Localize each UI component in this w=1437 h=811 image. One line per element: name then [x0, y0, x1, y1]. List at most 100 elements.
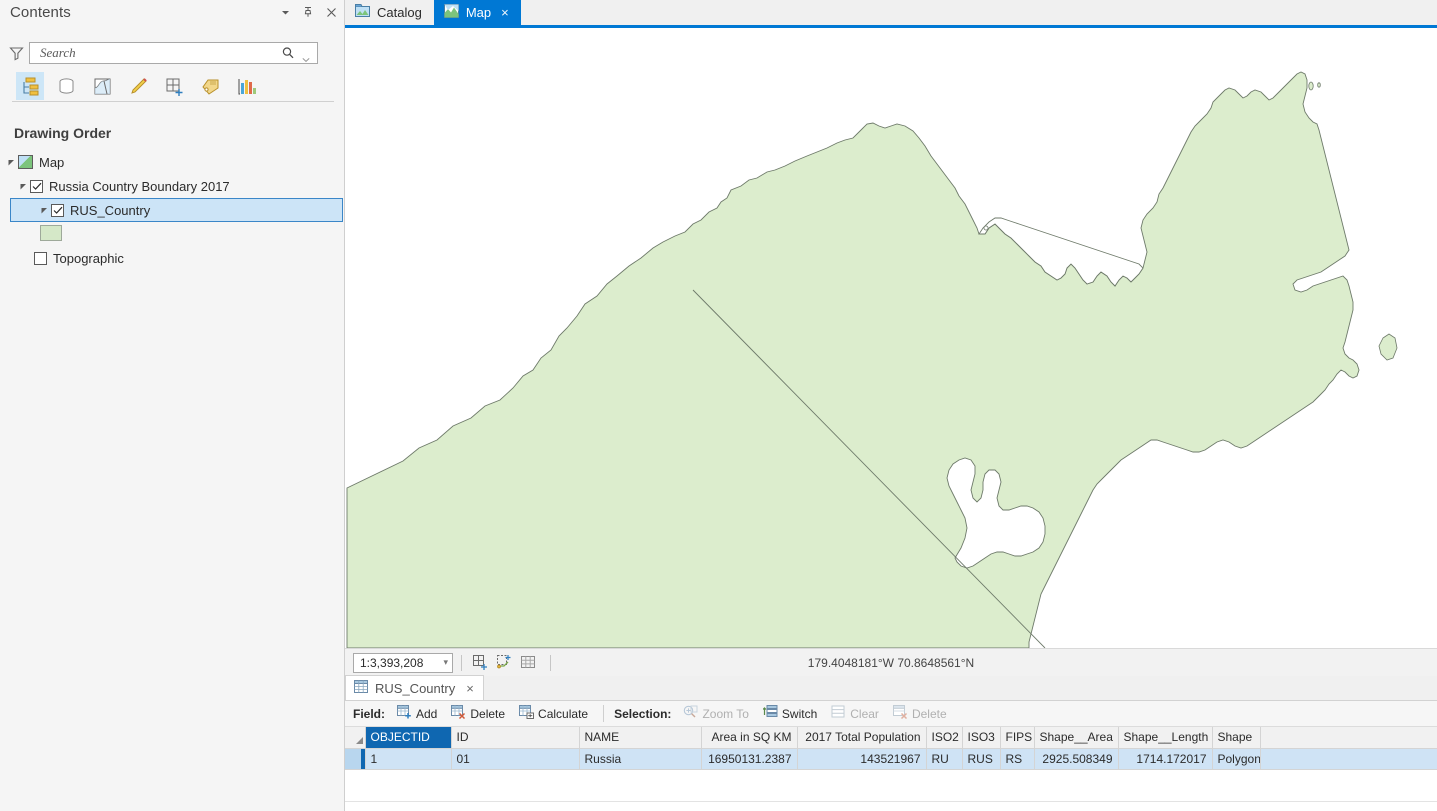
column-header-fips[interactable]: FIPS	[1000, 727, 1035, 749]
search-row	[0, 40, 345, 66]
column-header-objectid[interactable]: OBJECTID	[365, 727, 452, 749]
expander-icon[interactable]	[37, 203, 51, 217]
catalog-icon	[355, 4, 370, 21]
sort-triangle-icon	[356, 737, 363, 745]
search-input[interactable]	[38, 44, 288, 62]
tree-item-russia-country-boundary-2017[interactable]: Russia Country Boundary 2017	[0, 174, 345, 198]
field-add-button[interactable]: Add	[392, 705, 442, 722]
bar-chart-icon[interactable]	[232, 72, 260, 100]
delete-selection-icon	[892, 705, 908, 722]
column-header-shape[interactable]: Shape	[1212, 727, 1261, 749]
table-cell[interactable]	[1260, 748, 1437, 770]
contents-panel: Contents Search Drawing Order Map Russia…	[0, 0, 345, 811]
tab-map[interactable]: Map ×	[433, 0, 521, 25]
table-header-row: OBJECTID ID NAME Area in SQ KM 2017 Total Po…	[345, 727, 1437, 749]
add-grid-icon[interactable]	[160, 72, 188, 100]
clear-selection-button[interactable]: Clear	[826, 705, 884, 722]
column-header-id[interactable]: ID	[451, 727, 580, 749]
edit-pencil-icon[interactable]	[124, 72, 152, 100]
basemap-visibility-checkbox[interactable]	[34, 251, 47, 265]
tree-item-topographic[interactable]: Topographic	[0, 246, 345, 270]
table-body: 1 01 Russia 16950131.2387 143521967 RU RUS RS 29…	[345, 748, 1437, 770]
data-source-icon[interactable]	[52, 72, 80, 100]
close-icon[interactable]: ×	[501, 6, 509, 19]
column-header-blank[interactable]	[1260, 727, 1437, 749]
switch-selection-icon	[762, 705, 778, 722]
map-icon	[443, 4, 459, 21]
layer-visibility-checkbox[interactable]	[51, 203, 64, 217]
column-header-iso2[interactable]: ISO2	[926, 727, 963, 749]
list-drawing-order-icon[interactable]	[16, 72, 44, 100]
expander-icon[interactable]	[16, 179, 30, 193]
table-cell[interactable]: 1714.172017	[1118, 748, 1213, 770]
table-cell[interactable]: RS	[1000, 748, 1035, 770]
column-header-shape-length[interactable]: Shape__Length	[1118, 727, 1213, 749]
table-icon	[354, 680, 368, 696]
expander-icon[interactable]	[4, 155, 18, 169]
tree-item-label: Topographic	[53, 250, 124, 266]
layers-tree: Map Russia Country Boundary 2017 RUS_Cou…	[0, 150, 345, 270]
table-row[interactable]: 1 01 Russia 16950131.2387 143521967 RU RUS RS 29…	[345, 748, 1437, 770]
table-empty-area	[345, 769, 1437, 802]
column-header-iso3[interactable]: ISO3	[962, 727, 1001, 749]
delete-selection-button[interactable]: Delete	[888, 705, 952, 722]
map-scale-selector[interactable]: 1:3,393,208 ▾	[353, 652, 453, 673]
add-grid-icon[interactable]	[470, 653, 490, 673]
table-cell[interactable]: RU	[926, 748, 963, 770]
table-cell[interactable]: 01	[451, 748, 580, 770]
layer-visibility-checkbox[interactable]	[30, 179, 43, 193]
button-label: Delete	[911, 706, 947, 721]
zoom-to-selection-button[interactable]: Zoom To	[678, 705, 753, 722]
search-box[interactable]	[29, 42, 318, 64]
selection-group-label: Selection:	[614, 706, 672, 721]
table-corner-button[interactable]	[345, 727, 366, 749]
tab-catalog[interactable]: Catalog	[345, 0, 434, 25]
drawing-order-label: Drawing Order	[14, 125, 112, 141]
search-icon[interactable]	[281, 46, 295, 63]
label-tag-icon[interactable]	[196, 72, 224, 100]
selection-icon[interactable]	[88, 72, 116, 100]
attribute-table[interactable]: OBJECTID ID NAME Area in SQ KM 2017 Total Po…	[345, 727, 1437, 770]
table-cell[interactable]: Polygon	[1212, 748, 1261, 770]
column-header-area-in-sq-km[interactable]: Area in SQ KM	[701, 727, 798, 749]
button-label: Zoom To	[702, 706, 749, 721]
table-cell[interactable]: 1	[365, 748, 452, 770]
table-cell[interactable]: Russia	[579, 748, 702, 770]
chevron-down-icon[interactable]	[278, 5, 292, 19]
filter-icon[interactable]	[5, 42, 27, 64]
row-selector[interactable]	[345, 748, 366, 770]
chevron-down-icon[interactable]: ▾	[443, 657, 448, 668]
grid-icon[interactable]	[518, 653, 538, 673]
main-area: Catalog Map × 1:3,393,208 ▾ 179.4048181°…	[345, 0, 1437, 811]
close-icon[interactable]: ×	[466, 681, 474, 696]
clear-selection-icon	[831, 705, 846, 722]
search-dropdown-caret-icon[interactable]	[302, 52, 310, 66]
close-icon[interactable]	[324, 5, 338, 19]
column-header-shape-area[interactable]: Shape__Area	[1034, 727, 1119, 749]
pin-icon[interactable]	[301, 5, 315, 19]
column-header-name[interactable]: NAME	[579, 727, 702, 749]
island-kamchatka-tip	[1378, 333, 1398, 361]
russia-country-polygon	[346, 71, 1360, 648]
toolbar-divider	[12, 101, 334, 102]
select-add-icon[interactable]	[494, 653, 514, 673]
table-cell[interactable]: RUS	[962, 748, 1001, 770]
button-label: Clear	[850, 706, 879, 721]
button-label: Delete	[470, 706, 506, 721]
table-cell[interactable]: 16950131.2387	[701, 748, 798, 770]
tree-item-rus-country[interactable]: RUS_Country	[10, 198, 343, 222]
island-small-1	[1308, 81, 1314, 91]
field-calculate-button[interactable]: Calculate	[514, 705, 593, 722]
column-header-2017-total-population[interactable]: 2017 Total Population	[797, 727, 927, 749]
tab-rus-country-table[interactable]: RUS_Country ×	[345, 675, 484, 700]
field-delete-button[interactable]: Delete	[446, 705, 510, 722]
switch-selection-button[interactable]: Switch	[758, 705, 822, 722]
layer-symbol-swatch[interactable]	[40, 225, 62, 241]
tree-item-map[interactable]: Map	[0, 150, 345, 174]
field-delete-icon	[451, 705, 466, 722]
table-cell[interactable]: 143521967	[797, 748, 927, 770]
button-label: Calculate	[538, 706, 589, 721]
map-geometry	[346, 71, 1398, 648]
map-canvas[interactable]	[345, 28, 1437, 648]
table-cell[interactable]: 2925.508349	[1034, 748, 1119, 770]
